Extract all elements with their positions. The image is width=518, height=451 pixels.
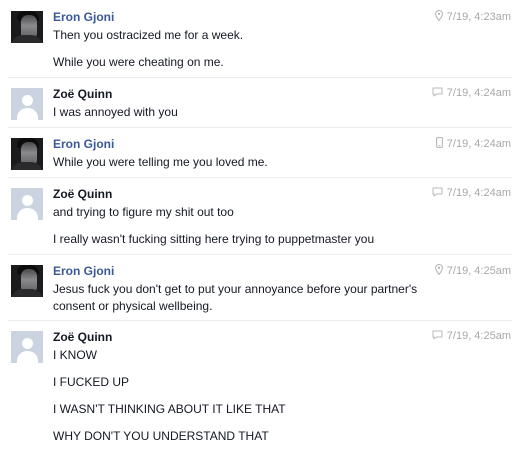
sender-name-link[interactable]: Zoë Quinn: [53, 187, 112, 201]
message-meta: 7/19, 4:24am: [435, 137, 511, 151]
message-text: I KNOW: [53, 348, 97, 362]
sender-name-link[interactable]: Eron Gjoni: [53, 264, 114, 278]
location-pin-icon: [434, 10, 443, 21]
avatar[interactable]: [11, 11, 43, 43]
timestamp: 7/19, 4:23am: [446, 11, 511, 23]
chat-bubble-icon: [432, 330, 443, 340]
timestamp: 7/19, 4:25am: [446, 265, 511, 277]
message-meta: 7/19, 4:25am: [432, 330, 511, 344]
message-text: I FUCKED UP: [53, 375, 130, 389]
message-thread: Eron Gjoni 7/19, 4:23am Then you ostraci…: [0, 0, 518, 451]
avatar[interactable]: [11, 265, 43, 297]
message-separator: [8, 77, 512, 78]
avatar[interactable]: [11, 188, 43, 220]
sender-name-link[interactable]: Eron Gjoni: [53, 137, 114, 151]
message-meta: 7/19, 4:23am: [434, 10, 511, 24]
message-meta: 7/19, 4:24am: [432, 87, 511, 101]
message-meta: 7/19, 4:25am: [434, 264, 511, 278]
avatar[interactable]: [11, 331, 43, 363]
message-separator: [8, 254, 512, 255]
message-text: I WASN'T THINKING ABOUT IT LIKE THAT: [53, 402, 286, 416]
message-text: Then you ostracized me for a week.: [53, 28, 244, 42]
message-text: consent or physical wellbeing.: [53, 299, 213, 313]
message-text: While you were cheating on me.: [53, 55, 224, 69]
timestamp: 7/19, 4:24am: [446, 138, 511, 150]
sender-name-link[interactable]: Zoë Quinn: [53, 87, 112, 101]
chat-bubble-icon: [432, 87, 443, 97]
message-text: I was annoyed with you: [53, 105, 178, 119]
message-text: WHY DON'T YOU UNDERSTAND THAT: [53, 429, 269, 443]
timestamp: 7/19, 4:25am: [446, 330, 511, 342]
avatar[interactable]: [11, 138, 43, 170]
message-text: and trying to figure my shit out too: [53, 205, 234, 219]
message-text: Jesus fuck you don't get to put your ann…: [53, 282, 418, 296]
chat-bubble-icon: [432, 187, 443, 197]
message-text: While you were telling me you loved me.: [53, 155, 268, 169]
timestamp: 7/19, 4:24am: [446, 187, 511, 199]
mobile-phone-icon: [435, 137, 443, 148]
message-separator: [8, 177, 512, 178]
timestamp: 7/19, 4:24am: [446, 87, 511, 99]
location-pin-icon: [434, 264, 443, 275]
sender-name-link[interactable]: Zoë Quinn: [53, 330, 112, 344]
message-text: I really wasn't fucking sitting here try…: [53, 232, 375, 246]
sender-name-link[interactable]: Eron Gjoni: [53, 10, 114, 24]
message-meta: 7/19, 4:24am: [432, 187, 511, 201]
avatar[interactable]: [11, 88, 43, 120]
message-separator: [8, 127, 512, 128]
message-separator: [8, 320, 512, 321]
